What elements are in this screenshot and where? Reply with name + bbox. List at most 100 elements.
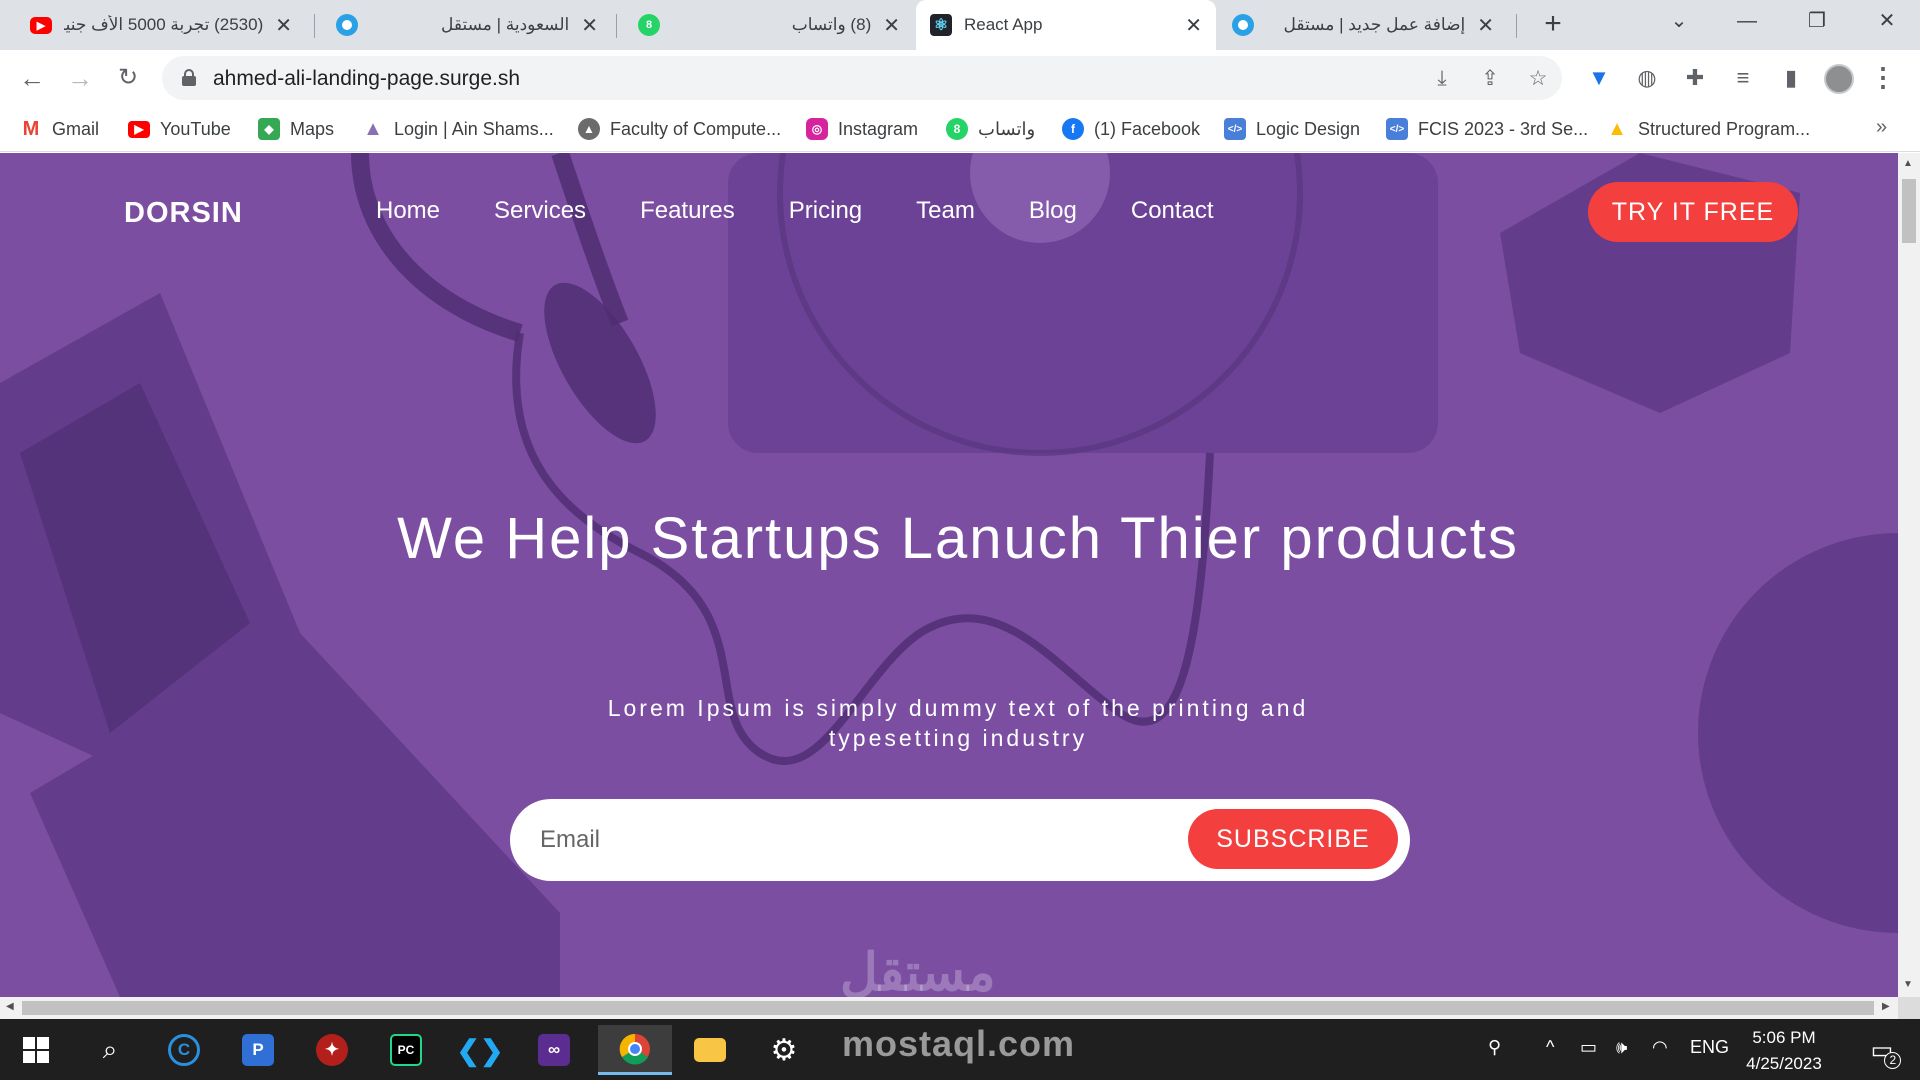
- bookmark-label: Maps: [290, 118, 335, 139]
- show-hidden-icons-chevron[interactable]: ^: [1546, 1037, 1554, 1058]
- vertical-scroll-thumb[interactable]: [1902, 179, 1916, 243]
- nav-services[interactable]: Services: [494, 197, 586, 225]
- profile-avatar[interactable]: [1824, 64, 1854, 94]
- taskbar-pycharm[interactable]: PC: [376, 1025, 436, 1075]
- battery-icon[interactable]: ▭: [1580, 1037, 1597, 1058]
- landing-page-hero: DORSIN Home Services Features Pricing Te…: [0, 153, 1898, 997]
- tab-mostaql-add-work[interactable]: إضافة عمل جديد | مستقل ✕: [1218, 0, 1508, 50]
- bookmarks-bar: M Gmail ▶ YouTube ◆ Maps ▲ Login | Ain S…: [0, 106, 1920, 152]
- close-icon[interactable]: ✕: [1185, 13, 1202, 38]
- try-it-free-button[interactable]: TRY IT FREE: [1588, 182, 1798, 242]
- volume-icon[interactable]: 🕪: [1616, 1037, 1627, 1058]
- tab-whatsapp[interactable]: 8 (8) واتساب ✕: [624, 0, 914, 50]
- taskbar-file-explorer[interactable]: [680, 1025, 740, 1075]
- bookmark-youtube[interactable]: ▶ YouTube: [128, 115, 231, 143]
- bookmark-faculty[interactable]: ▲ Faculty of Compute...: [578, 115, 781, 143]
- taskbar-chrome[interactable]: [598, 1025, 672, 1075]
- reload-icon[interactable]: ↻: [110, 60, 146, 96]
- new-tab-button[interactable]: +: [1535, 7, 1571, 43]
- extension-v-icon[interactable]: ▼: [1584, 63, 1614, 93]
- nav-team[interactable]: Team: [916, 197, 975, 225]
- scroll-left-arrow-icon[interactable]: ◀: [6, 1001, 14, 1012]
- tab-search-chevron-icon[interactable]: ⌄: [1644, 0, 1714, 42]
- search-icon: ⌕: [102, 1034, 118, 1064]
- menu-kebab-icon[interactable]: ⋮: [1870, 62, 1896, 94]
- back-arrow-icon[interactable]: ←: [14, 60, 50, 96]
- bookmark-label: Gmail: [52, 118, 100, 139]
- taskbar-ccleaner[interactable]: C: [154, 1025, 214, 1075]
- globe-extension-icon[interactable]: ◍: [1632, 63, 1662, 93]
- bookmark-facebook[interactable]: f (1) Facebook: [1062, 115, 1200, 143]
- action-center-button[interactable]: ▭ 2: [1852, 1025, 1912, 1075]
- scroll-down-arrow-icon[interactable]: ▼: [1903, 979, 1913, 990]
- wifi-icon[interactable]: ◠: [1652, 1037, 1668, 1058]
- tab-react-app[interactable]: ⚛ React App ✕: [916, 0, 1216, 50]
- visual-studio-icon: ∞: [538, 1034, 570, 1066]
- subscribe-button[interactable]: SUBSCRIBE: [1188, 809, 1398, 869]
- close-icon[interactable]: ✕: [275, 13, 292, 38]
- bookmark-label: Logic Design: [1256, 118, 1361, 139]
- scroll-up-arrow-icon[interactable]: ▲: [1903, 158, 1913, 169]
- extensions-puzzle-icon[interactable]: ✚: [1680, 63, 1710, 93]
- nav-pricing[interactable]: Pricing: [789, 197, 862, 225]
- bookmark-maps[interactable]: ◆ Maps: [258, 115, 334, 143]
- taskbar-settings[interactable]: ⚙: [754, 1025, 814, 1075]
- address-bar[interactable]: ahmed-ali-landing-page.surge.sh ⤓ ⇪ ☆: [162, 56, 1562, 100]
- bookmark-label: YouTube: [160, 118, 231, 139]
- tab-title: React App: [964, 15, 1043, 34]
- bookmark-whatsapp[interactable]: 8 واتساب: [946, 115, 1035, 143]
- tab-title: (2530) تجربة 5000 الأف جنيه: [64, 15, 264, 34]
- people-icon[interactable]: ⚲: [1488, 1037, 1501, 1058]
- site-logo[interactable]: DORSIN: [124, 197, 243, 230]
- horizontal-scrollbar[interactable]: ◀ ▶: [0, 997, 1898, 1019]
- nav-blog[interactable]: Blog: [1029, 197, 1077, 225]
- nav-features[interactable]: Features: [640, 197, 735, 225]
- nav-contact[interactable]: Contact: [1131, 197, 1214, 225]
- forward-arrow-icon[interactable]: →: [62, 60, 98, 96]
- hero-title: We Help Startups Lanuch Thier products: [397, 506, 1519, 571]
- vertical-scrollbar[interactable]: ▲ ▼: [1898, 153, 1920, 997]
- taskbar-vscode[interactable]: ❮❯: [450, 1025, 510, 1075]
- nav-home[interactable]: Home: [376, 197, 440, 225]
- media-controls-icon[interactable]: ≡: [1728, 63, 1758, 93]
- horizontal-scroll-thumb[interactable]: [22, 1001, 1874, 1015]
- email-input[interactable]: [540, 817, 1140, 863]
- close-icon[interactable]: ✕: [581, 13, 598, 38]
- bookmark-ain-shams-login[interactable]: ▲ Login | Ain Shams...: [362, 115, 554, 143]
- bookmark-label: Login | Ain Shams...: [394, 118, 554, 139]
- taskbar-p-app[interactable]: P: [228, 1025, 288, 1075]
- facebook-icon: f: [1062, 118, 1084, 140]
- tab-title: (8) واتساب: [791, 15, 872, 34]
- bookmark-instagram[interactable]: ◎ Instagram: [806, 115, 918, 143]
- bookmark-structured-programming[interactable]: ▲ Structured Program...: [1606, 115, 1810, 143]
- clock-time: 5:06 PM: [1752, 1028, 1816, 1047]
- bookmark-fcis-2023[interactable]: </> FCIS 2023 - 3rd Se...: [1386, 115, 1588, 143]
- close-icon[interactable]: ✕: [1477, 13, 1494, 38]
- code-icon: </>: [1224, 118, 1246, 140]
- bookmark-star-icon[interactable]: ☆: [1524, 65, 1552, 93]
- tab-mostaql-saudi[interactable]: السعودية | مستقل ✕: [322, 0, 612, 50]
- close-icon[interactable]: ✕: [883, 13, 900, 38]
- share-icon[interactable]: ⇪: [1476, 65, 1504, 93]
- restore-icon[interactable]: ❐: [1782, 0, 1852, 42]
- more-bookmarks-icon[interactable]: »: [1876, 116, 1887, 139]
- bookmark-gmail[interactable]: M Gmail: [20, 115, 99, 143]
- url-text[interactable]: ahmed-ali-landing-page.surge.sh: [213, 67, 520, 91]
- start-button[interactable]: [6, 1025, 66, 1075]
- search-button[interactable]: ⌕: [80, 1025, 140, 1075]
- taskbar-visual-studio[interactable]: ∞: [524, 1025, 584, 1075]
- bookmark-logic-design[interactable]: </> Logic Design: [1224, 115, 1360, 143]
- scroll-right-arrow-icon[interactable]: ▶: [1882, 1001, 1890, 1012]
- taskbar-red-app[interactable]: ✦: [302, 1025, 362, 1075]
- minimize-icon[interactable]: —: [1712, 0, 1782, 42]
- tab-youtube[interactable]: ▶ (2530) تجربة 5000 الأف جنيه ✕: [16, 0, 306, 50]
- close-window-icon[interactable]: ✕: [1852, 0, 1920, 42]
- whatsapp-icon: 8: [638, 14, 660, 36]
- side-panel-icon[interactable]: ▮: [1776, 63, 1806, 93]
- clock[interactable]: 5:06 PM 4/25/2023: [1724, 1025, 1844, 1077]
- whatsapp-icon: 8: [946, 118, 968, 140]
- bookmark-label: FCIS 2023 - 3rd Se...: [1418, 118, 1589, 139]
- tab-title: السعودية | مستقل: [441, 15, 570, 34]
- clock-date: 4/25/2023: [1746, 1054, 1822, 1073]
- install-app-icon[interactable]: ⤓: [1428, 65, 1456, 93]
